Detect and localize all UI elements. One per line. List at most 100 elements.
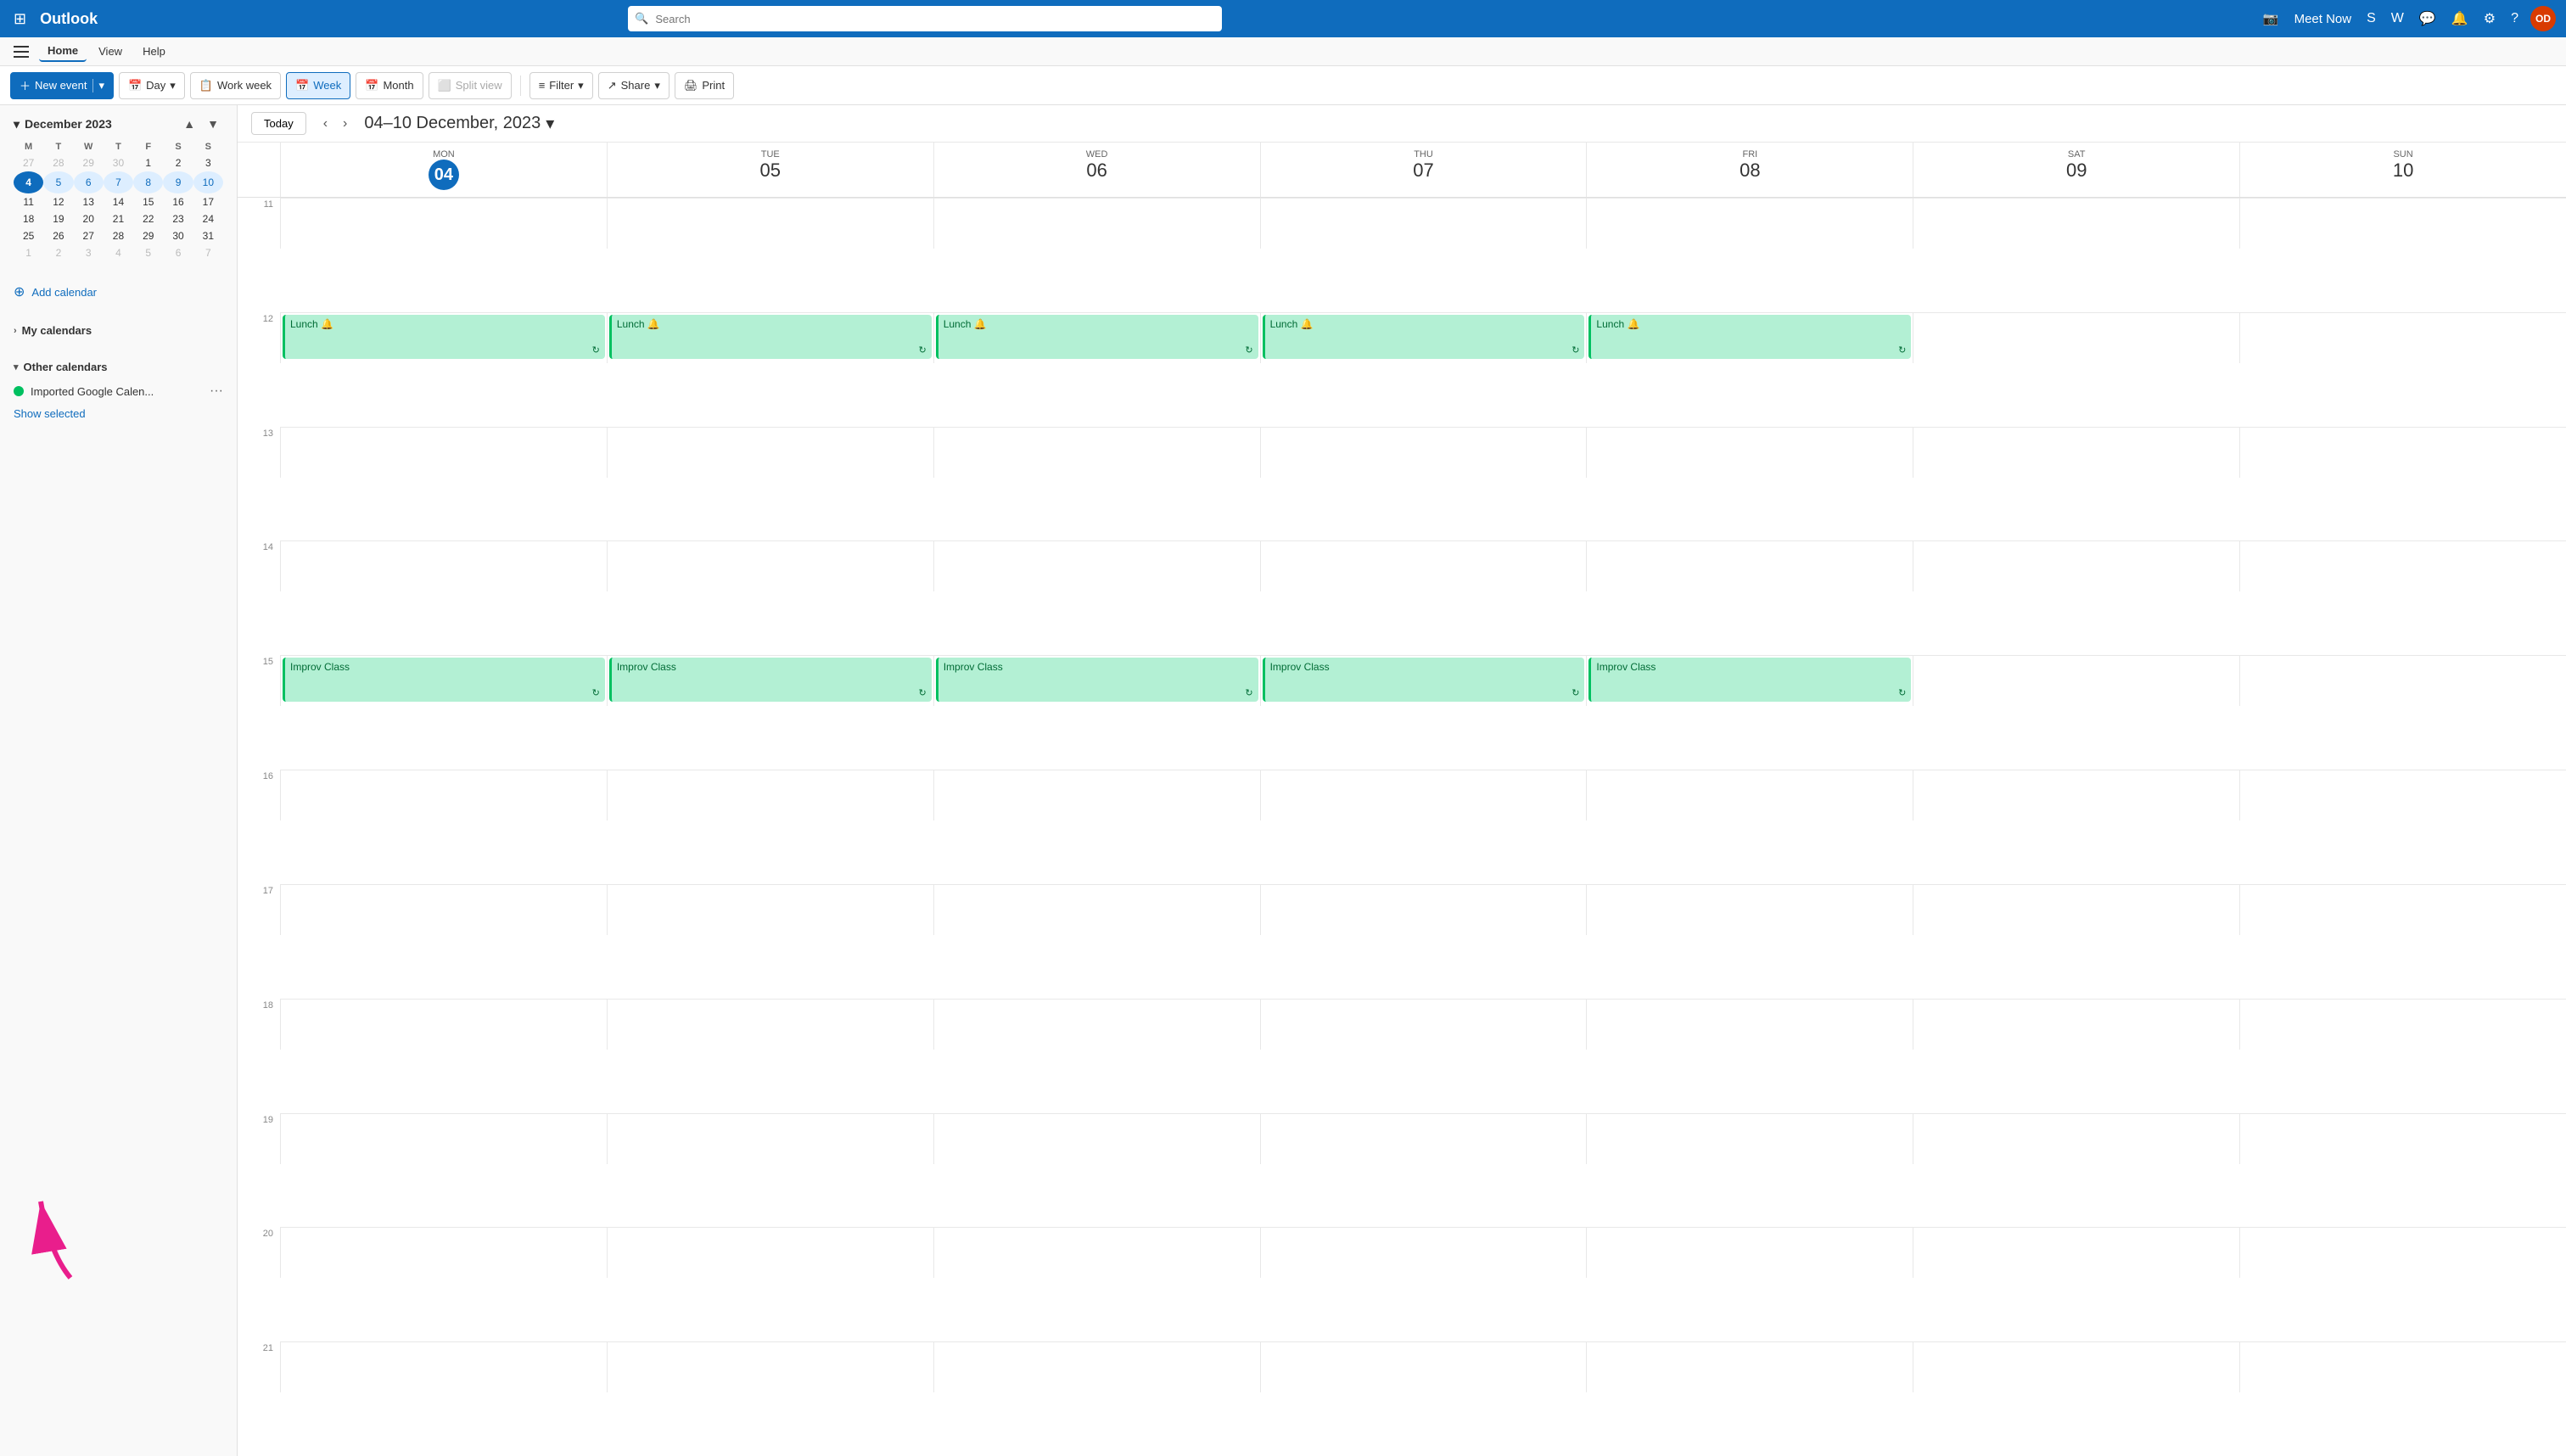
time-cell[interactable] bbox=[1260, 999, 1587, 1050]
improv-class-event[interactable]: Improv Class↻ bbox=[936, 658, 1258, 702]
feedback-icon[interactable]: 💬 bbox=[2416, 7, 2440, 31]
time-cell[interactable] bbox=[933, 1341, 1260, 1392]
time-cell[interactable]: Lunch 🔔↻ bbox=[933, 312, 1260, 363]
mini-cal-day[interactable]: 26 bbox=[43, 227, 73, 244]
menu-view[interactable]: View bbox=[90, 42, 131, 61]
mini-cal-day[interactable]: 14 bbox=[104, 193, 133, 210]
time-cell[interactable]: Improv Class↻ bbox=[280, 655, 607, 706]
time-cell[interactable] bbox=[2239, 427, 2566, 478]
hamburger-button[interactable] bbox=[10, 39, 36, 64]
time-cell[interactable] bbox=[933, 1227, 1260, 1278]
time-cell[interactable] bbox=[933, 884, 1260, 935]
time-cell[interactable] bbox=[607, 770, 933, 820]
work-week-view-button[interactable]: 📋 Work week bbox=[190, 72, 281, 99]
mini-cal-day[interactable]: 15 bbox=[133, 193, 163, 210]
cal-title[interactable]: 04–10 December, 2023 ▾ bbox=[364, 113, 554, 134]
time-cell[interactable] bbox=[1913, 884, 2239, 935]
mini-cal-day[interactable]: 29 bbox=[74, 154, 104, 171]
help-icon[interactable]: ? bbox=[2507, 8, 2522, 30]
mini-cal-day[interactable]: 13 bbox=[74, 193, 104, 210]
mini-cal-day[interactable]: 18 bbox=[14, 210, 43, 227]
time-cell[interactable] bbox=[933, 427, 1260, 478]
time-cell[interactable] bbox=[2239, 999, 2566, 1050]
mini-cal-day[interactable]: 28 bbox=[104, 227, 133, 244]
time-cell[interactable]: Improv Class↻ bbox=[1586, 655, 1913, 706]
word-icon[interactable]: W bbox=[2388, 8, 2407, 30]
lunch-event[interactable]: Lunch 🔔↻ bbox=[936, 315, 1258, 359]
waffle-icon[interactable]: ⊞ bbox=[10, 7, 30, 31]
add-calendar-button[interactable]: ⊕ Add calendar bbox=[14, 278, 223, 305]
meet-now-label[interactable]: Meet Now bbox=[2291, 8, 2356, 30]
mini-cal-day[interactable]: 3 bbox=[74, 244, 104, 261]
time-cell[interactable]: Improv Class↻ bbox=[933, 655, 1260, 706]
search-input[interactable] bbox=[628, 6, 1222, 31]
mini-cal-day[interactable]: 27 bbox=[14, 154, 43, 171]
mini-cal-day[interactable]: 17 bbox=[193, 193, 223, 210]
time-cell[interactable] bbox=[280, 884, 607, 935]
time-cell[interactable] bbox=[1586, 884, 1913, 935]
print-button[interactable]: 🖨 Print bbox=[675, 72, 734, 99]
mini-cal-day[interactable]: 6 bbox=[163, 244, 193, 261]
mini-cal-day[interactable]: 25 bbox=[14, 227, 43, 244]
time-cell[interactable] bbox=[1260, 1227, 1587, 1278]
time-cell[interactable] bbox=[280, 1341, 607, 1392]
time-cell[interactable] bbox=[933, 1113, 1260, 1164]
time-cell[interactable] bbox=[1586, 427, 1913, 478]
mini-cal-prev-button[interactable]: ▲ bbox=[179, 115, 199, 132]
mini-cal-day[interactable]: 5 bbox=[43, 171, 73, 193]
time-cell[interactable] bbox=[1913, 312, 2239, 363]
mini-cal-day[interactable]: 10 bbox=[193, 171, 223, 193]
skype-icon[interactable]: S bbox=[2363, 8, 2379, 30]
time-cell[interactable] bbox=[607, 999, 933, 1050]
time-cell[interactable] bbox=[2239, 1341, 2566, 1392]
lunch-event[interactable]: Lunch 🔔↻ bbox=[609, 315, 932, 359]
imported-google-calendar-item[interactable]: Imported Google Calen... ··· bbox=[14, 378, 223, 404]
mini-cal-day[interactable]: 2 bbox=[163, 154, 193, 171]
mini-cal-day[interactable]: 30 bbox=[104, 154, 133, 171]
improv-class-event[interactable]: Improv Class↻ bbox=[1263, 658, 1585, 702]
time-cell[interactable] bbox=[933, 770, 1260, 820]
time-cell[interactable] bbox=[2239, 312, 2566, 363]
mini-cal-day[interactable]: 27 bbox=[74, 227, 104, 244]
mini-cal-day[interactable]: 2 bbox=[43, 244, 73, 261]
lunch-event[interactable]: Lunch 🔔↻ bbox=[1263, 315, 1585, 359]
mini-cal-day[interactable]: 22 bbox=[133, 210, 163, 227]
time-cell[interactable] bbox=[607, 1341, 933, 1392]
mini-cal-day[interactable]: 23 bbox=[163, 210, 193, 227]
time-cell[interactable] bbox=[2239, 1113, 2566, 1164]
time-cell[interactable] bbox=[2239, 655, 2566, 706]
mini-cal-day[interactable]: 30 bbox=[163, 227, 193, 244]
time-cell[interactable] bbox=[1913, 1341, 2239, 1392]
time-cell[interactable] bbox=[280, 999, 607, 1050]
time-cell[interactable] bbox=[1586, 770, 1913, 820]
mini-cal-day[interactable]: 6 bbox=[74, 171, 104, 193]
time-cell[interactable] bbox=[933, 999, 1260, 1050]
mini-cal-day[interactable]: 1 bbox=[133, 154, 163, 171]
meet-now-icon[interactable]: 📷 bbox=[2260, 8, 2283, 30]
today-button[interactable]: Today bbox=[251, 112, 306, 135]
time-cell[interactable] bbox=[607, 540, 933, 591]
lunch-event[interactable]: Lunch 🔔↻ bbox=[283, 315, 605, 359]
time-cell[interactable] bbox=[1913, 427, 2239, 478]
time-cell[interactable] bbox=[1913, 540, 2239, 591]
time-cell[interactable]: Improv Class↻ bbox=[607, 655, 933, 706]
time-cell[interactable] bbox=[1260, 770, 1587, 820]
mini-cal-day[interactable]: 4 bbox=[14, 171, 43, 193]
other-calendars-header[interactable]: ▾ Other calendars bbox=[14, 356, 223, 378]
time-cell[interactable] bbox=[933, 540, 1260, 591]
mini-cal-day[interactable]: 24 bbox=[193, 210, 223, 227]
mini-cal-day[interactable]: 5 bbox=[133, 244, 163, 261]
time-cell[interactable] bbox=[1586, 1341, 1913, 1392]
mini-cal-day[interactable]: 1 bbox=[14, 244, 43, 261]
time-cell[interactable] bbox=[2239, 1227, 2566, 1278]
time-cell[interactable] bbox=[1913, 770, 2239, 820]
time-cell[interactable]: Lunch 🔔↻ bbox=[280, 312, 607, 363]
time-cell[interactable] bbox=[280, 427, 607, 478]
time-cell[interactable] bbox=[1913, 1113, 2239, 1164]
time-cell[interactable]: Lunch 🔔↻ bbox=[1260, 312, 1587, 363]
menu-help[interactable]: Help bbox=[134, 42, 174, 61]
time-cell[interactable] bbox=[2239, 770, 2566, 820]
time-cell[interactable] bbox=[280, 198, 607, 249]
time-cell[interactable] bbox=[1586, 540, 1913, 591]
mini-cal-day[interactable]: 28 bbox=[43, 154, 73, 171]
